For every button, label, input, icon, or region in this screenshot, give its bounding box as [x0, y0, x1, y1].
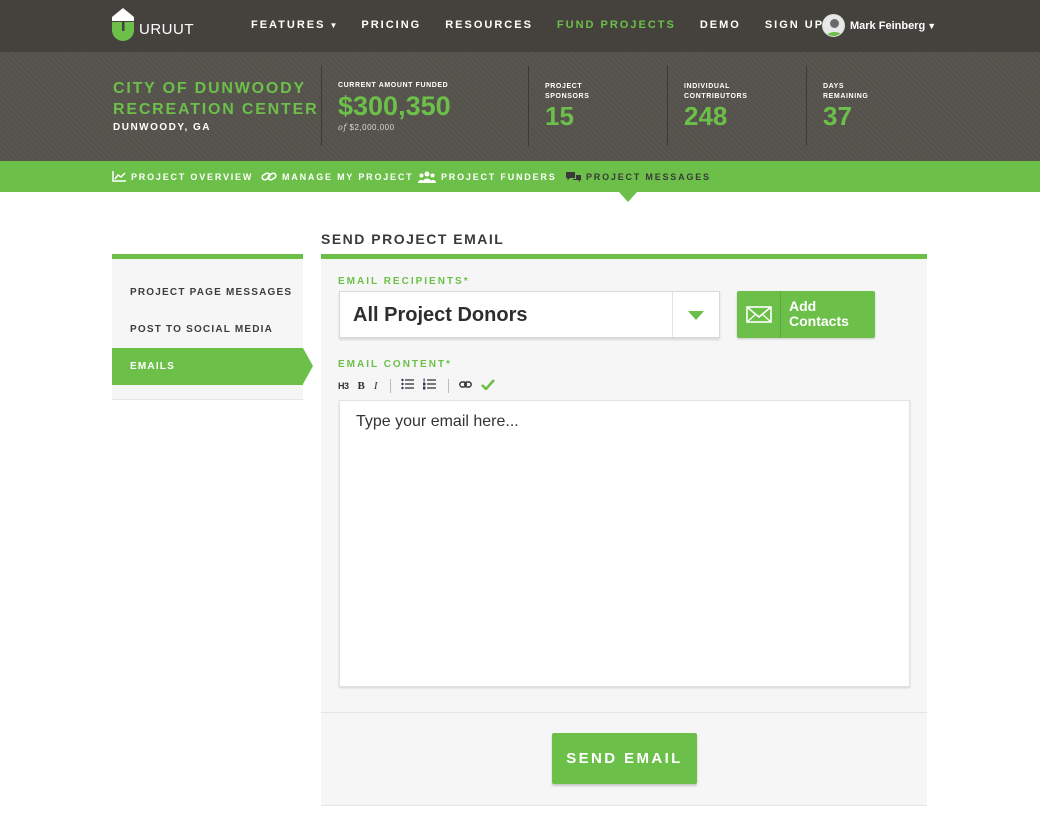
stat-amount-funded: CURRENT AMOUNT FUNDED $300,350 of $2,000…: [338, 81, 451, 132]
toolbar-separator: [389, 379, 391, 393]
chart-line-icon: [112, 171, 126, 182]
link-icon: [458, 381, 472, 388]
tab-label: PROJECT OVERVIEW: [131, 171, 254, 182]
tab-label: PROJECT FUNDERS: [441, 172, 557, 182]
chat-bubbles-icon: [566, 172, 581, 182]
brand-name: URUUT: [139, 21, 194, 38]
divider: [321, 66, 322, 146]
bold-button[interactable]: B: [358, 379, 365, 393]
divider: [667, 66, 668, 146]
top-navbar: URUUT FEATURES ▼ PRICING RESOURCES FUND P…: [0, 0, 1040, 52]
stat-days-remaining: DAYS REMAINING 37: [823, 82, 868, 130]
nav-item-features[interactable]: FEATURES ▼: [251, 19, 337, 31]
active-item-arrow: [303, 348, 313, 384]
content-label: EMAIL CONTENT*: [338, 359, 452, 370]
acorn-logo-icon: [111, 8, 135, 43]
nav-item-demo[interactable]: DEMO: [700, 19, 741, 31]
page-title: SEND PROJECT EMAIL: [321, 231, 505, 247]
nav-item-sign-up[interactable]: SIGN UP: [765, 19, 824, 31]
checkmark-button[interactable]: [480, 378, 495, 394]
tab-project-overview[interactable]: PROJECT OVERVIEW: [112, 171, 253, 182]
stat-sponsors: PROJECT SPONSORS 15: [545, 82, 589, 130]
sidebar-item-post-to-social-media[interactable]: POST TO SOCIAL MEDIA: [112, 311, 303, 348]
bulleted-list-icon: [400, 378, 414, 390]
toolbar-separator: [447, 379, 449, 393]
active-tab-pointer: [619, 192, 637, 202]
stat-goal: of $2,000,000: [338, 123, 451, 132]
stat-value: $300,350: [338, 91, 451, 121]
recipients-select[interactable]: All Project Donors: [339, 291, 720, 338]
stat-label: DAYS: [823, 83, 845, 90]
tab-label: MANAGE MY PROJECT: [282, 171, 414, 182]
stat-value: 37: [823, 101, 852, 131]
link-icon: [261, 172, 277, 181]
goal-value: $2,000,000: [349, 123, 395, 132]
stat-label: INDIVIDUAL: [684, 83, 731, 90]
stat-value: 15: [545, 101, 574, 131]
project-header: CITY OF DUNWOODY RECREATION CENTER DUNWO…: [0, 52, 1040, 161]
send-email-button[interactable]: SEND EMAIL: [552, 733, 697, 784]
user-name: Mark Feinberg: [850, 19, 926, 32]
numbered-list-icon: [422, 378, 436, 390]
add-contacts-button[interactable]: Add Contacts: [737, 291, 875, 338]
goal-prefix: of: [338, 123, 347, 132]
heading-button[interactable]: H3: [338, 379, 349, 393]
envelope-icon: [737, 291, 781, 338]
editor-toolbar: H3 B I: [338, 378, 504, 394]
divider: [672, 292, 673, 337]
email-content-editor[interactable]: [339, 400, 910, 687]
main-nav: FEATURES ▼ PRICING RESOURCES FUND PROJECT…: [251, 19, 848, 31]
link-button[interactable]: [458, 379, 472, 393]
nav-item-resources[interactable]: RESOURCES: [445, 19, 533, 31]
people-icon: [418, 171, 436, 183]
recipients-selected-value: All Project Donors: [353, 304, 528, 326]
tab-project-funders[interactable]: PROJECT FUNDERS: [418, 171, 557, 183]
avatar: [822, 14, 845, 37]
sidebar-item-project-page-messages[interactable]: PROJECT PAGE MESSAGES: [112, 274, 303, 311]
project-title-line2: RECREATION CENTER: [113, 101, 319, 118]
tab-label: PROJECT MESSAGES: [586, 172, 711, 182]
sidebar-item-emails[interactable]: EMAILS: [112, 348, 303, 385]
stat-contributors: INDIVIDUAL CONTRIBUTORS 248: [684, 82, 747, 130]
caret-down-icon: ▼: [329, 21, 338, 30]
nav-item-label: FEATURES: [251, 19, 326, 31]
stat-label: CURRENT AMOUNT FUNDED: [338, 82, 449, 89]
divider: [806, 66, 807, 146]
project-title-line1: CITY OF DUNWOODY: [113, 80, 306, 97]
nav-item-pricing[interactable]: PRICING: [361, 19, 421, 31]
bulleted-list-button[interactable]: [400, 378, 414, 394]
project-location: DUNWOODY, GA: [113, 122, 211, 133]
divider: [528, 66, 529, 146]
stat-label: PROJECT: [545, 83, 583, 90]
italic-button[interactable]: I: [374, 379, 378, 393]
caret-down-icon: [688, 311, 704, 320]
checkmark-icon: [480, 378, 495, 391]
stat-value: 248: [684, 101, 728, 131]
nav-item-fund-projects[interactable]: FUND PROJECTS: [557, 19, 676, 31]
project-title: CITY OF DUNWOODY RECREATION CENTER DUNWO…: [113, 78, 318, 133]
caret-down-icon: ▼: [927, 20, 937, 31]
add-contacts-label: Add Contacts: [789, 298, 849, 329]
tab-project-messages[interactable]: PROJECT MESSAGES: [566, 171, 711, 183]
tab-manage-my-project[interactable]: MANAGE MY PROJECT: [261, 171, 413, 182]
recipients-label: EMAIL RECIPIENTS*: [338, 276, 470, 287]
messages-sidebar: PROJECT PAGE MESSAGES POST TO SOCIAL MED…: [112, 254, 303, 400]
numbered-list-button[interactable]: [422, 378, 436, 394]
logo[interactable]: URUUT: [111, 8, 194, 43]
user-menu[interactable]: Mark Feinberg ▼: [822, 14, 936, 37]
project-subnav: PROJECT OVERVIEW MANAGE MY PROJECT PROJE…: [0, 161, 1040, 192]
